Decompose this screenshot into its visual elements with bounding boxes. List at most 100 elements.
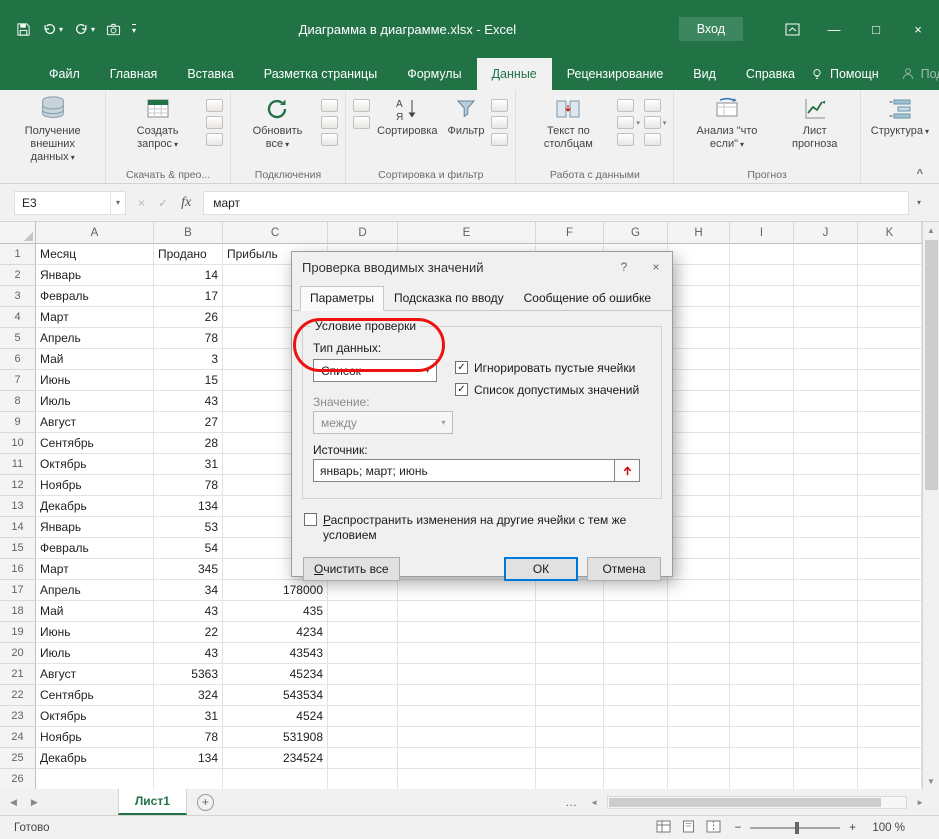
cell-I3[interactable] bbox=[730, 286, 794, 307]
cell-B4[interactable]: 26 bbox=[154, 307, 223, 328]
dialog-title-bar[interactable]: Проверка вводимых значений ? × bbox=[292, 252, 672, 282]
column-header-J[interactable]: J bbox=[794, 222, 858, 244]
cell-K13[interactable] bbox=[858, 496, 922, 517]
column-header-I[interactable]: I bbox=[730, 222, 794, 244]
chevron-down-icon[interactable]: ▾ bbox=[91, 25, 95, 34]
apply-to-all-checkbox[interactable]: Распространить изменения на другие ячейк… bbox=[304, 513, 660, 543]
what-if-analysis-button[interactable]: Анализ "что если"▾ bbox=[679, 93, 774, 152]
cell-F23[interactable] bbox=[536, 706, 604, 727]
cell-C20[interactable]: 43543 bbox=[223, 643, 328, 664]
cell-F20[interactable] bbox=[536, 643, 604, 664]
cell-B7[interactable]: 15 bbox=[154, 370, 223, 391]
row-header-4[interactable]: 4 bbox=[0, 307, 36, 328]
cell-A18[interactable]: Май bbox=[36, 601, 154, 622]
row-header-22[interactable]: 22 bbox=[0, 685, 36, 706]
cell-A17[interactable]: Апрель bbox=[36, 580, 154, 601]
cell-F25[interactable] bbox=[536, 748, 604, 769]
camera-button[interactable] bbox=[106, 22, 121, 37]
cell-F17[interactable] bbox=[536, 580, 604, 601]
cell-K4[interactable] bbox=[858, 307, 922, 328]
source-input[interactable]: январь; март; июнь bbox=[313, 459, 615, 482]
cell-K17[interactable] bbox=[858, 580, 922, 601]
zoom-percentage[interactable]: 100 % bbox=[865, 822, 905, 834]
cell-G21[interactable] bbox=[604, 664, 668, 685]
next-sheet-icon[interactable]: ▶ bbox=[31, 797, 38, 808]
checkbox-checked-icon[interactable]: ✓ bbox=[455, 383, 468, 396]
cell-F22[interactable] bbox=[536, 685, 604, 706]
cell-B14[interactable]: 53 bbox=[154, 517, 223, 538]
cell-A22[interactable]: Сентябрь bbox=[36, 685, 154, 706]
cell-C23[interactable]: 4524 bbox=[223, 706, 328, 727]
cell-B16[interactable]: 345 bbox=[154, 559, 223, 580]
cell-H23[interactable] bbox=[668, 706, 730, 727]
column-header-F[interactable]: F bbox=[536, 222, 604, 244]
cell-K15[interactable] bbox=[858, 538, 922, 559]
cancel-entry-icon[interactable]: × bbox=[138, 196, 145, 210]
cell-I23[interactable] bbox=[730, 706, 794, 727]
cell-D18[interactable] bbox=[328, 601, 398, 622]
cell-B8[interactable]: 43 bbox=[154, 391, 223, 412]
column-header-G[interactable]: G bbox=[604, 222, 668, 244]
row-header-7[interactable]: 7 bbox=[0, 370, 36, 391]
cell-B9[interactable]: 27 bbox=[154, 412, 223, 433]
row-header-14[interactable]: 14 bbox=[0, 517, 36, 538]
cell-A24[interactable]: Ноябрь bbox=[36, 727, 154, 748]
sort-button[interactable]: АЯ Сортировка bbox=[372, 93, 442, 139]
close-button[interactable]: × bbox=[897, 14, 939, 44]
add-sheet-button[interactable]: + bbox=[197, 794, 214, 811]
cell-E18[interactable] bbox=[398, 601, 536, 622]
cell-B11[interactable]: 31 bbox=[154, 454, 223, 475]
horizontal-scrollbar-track[interactable] bbox=[607, 796, 907, 809]
ok-button[interactable]: ОК bbox=[504, 557, 578, 581]
cell-I11[interactable] bbox=[730, 454, 794, 475]
cell-K26[interactable] bbox=[858, 769, 922, 789]
cell-F19[interactable] bbox=[536, 622, 604, 643]
cell-C19[interactable]: 4234 bbox=[223, 622, 328, 643]
page-layout-view-icon[interactable] bbox=[681, 820, 696, 836]
ribbon-tab-главная[interactable]: Главная bbox=[95, 58, 173, 90]
cell-C18[interactable]: 435 bbox=[223, 601, 328, 622]
cell-H10[interactable] bbox=[668, 433, 730, 454]
sort-desc-button[interactable] bbox=[353, 116, 370, 129]
cell-I17[interactable] bbox=[730, 580, 794, 601]
cell-H3[interactable] bbox=[668, 286, 730, 307]
ribbon-tab-рецензирование[interactable]: Рецензирование bbox=[552, 58, 679, 90]
cell-B17[interactable]: 34 bbox=[154, 580, 223, 601]
cell-G22[interactable] bbox=[604, 685, 668, 706]
cell-D24[interactable] bbox=[328, 727, 398, 748]
cell-H17[interactable] bbox=[668, 580, 730, 601]
cell-C24[interactable]: 531908 bbox=[223, 727, 328, 748]
connections-button[interactable] bbox=[321, 99, 338, 112]
row-header-17[interactable]: 17 bbox=[0, 580, 36, 601]
cell-A21[interactable]: Август bbox=[36, 664, 154, 685]
cell-H26[interactable] bbox=[668, 769, 730, 789]
dialog-tab-сообщение-об-ошибке[interactable]: Сообщение об ошибке bbox=[514, 286, 661, 310]
cell-G25[interactable] bbox=[604, 748, 668, 769]
row-header-3[interactable]: 3 bbox=[0, 286, 36, 307]
cell-J18[interactable] bbox=[794, 601, 858, 622]
cell-F24[interactable] bbox=[536, 727, 604, 748]
cell-K21[interactable] bbox=[858, 664, 922, 685]
row-header-23[interactable]: 23 bbox=[0, 706, 36, 727]
cell-B22[interactable]: 324 bbox=[154, 685, 223, 706]
cell-J15[interactable] bbox=[794, 538, 858, 559]
cell-D19[interactable] bbox=[328, 622, 398, 643]
cell-B20[interactable]: 43 bbox=[154, 643, 223, 664]
cell-C25[interactable]: 234524 bbox=[223, 748, 328, 769]
cell-I10[interactable] bbox=[730, 433, 794, 454]
cell-E23[interactable] bbox=[398, 706, 536, 727]
flash-fill-button[interactable] bbox=[617, 99, 640, 112]
consolidate-button[interactable] bbox=[617, 133, 640, 146]
vertical-scrollbar-thumb[interactable] bbox=[925, 240, 938, 490]
ribbon-display-options-button[interactable] bbox=[771, 14, 813, 44]
cell-K24[interactable] bbox=[858, 727, 922, 748]
cell-H25[interactable] bbox=[668, 748, 730, 769]
text-to-columns-button[interactable]: Текст по столбцам bbox=[521, 93, 615, 152]
row-header-1[interactable]: 1 bbox=[0, 244, 36, 265]
column-header-A[interactable]: A bbox=[36, 222, 154, 244]
cell-K7[interactable] bbox=[858, 370, 922, 391]
cell-B25[interactable]: 134 bbox=[154, 748, 223, 769]
formula-input[interactable]: март bbox=[203, 191, 909, 215]
row-header-16[interactable]: 16 bbox=[0, 559, 36, 580]
sign-in-button[interactable]: Вход bbox=[679, 17, 743, 41]
